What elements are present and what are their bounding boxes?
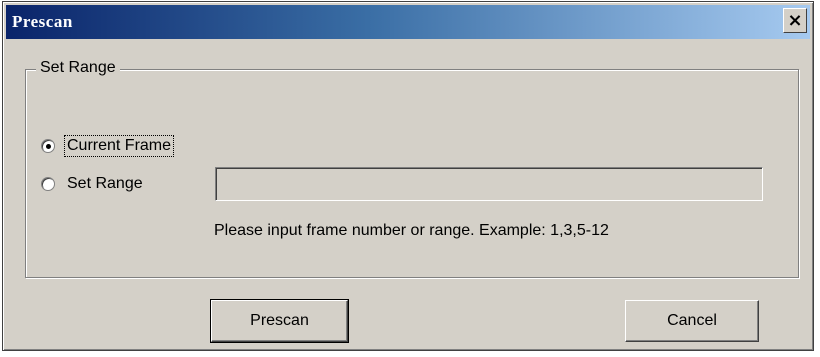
window-title: Prescan bbox=[12, 12, 73, 31]
close-button[interactable]: × bbox=[783, 8, 807, 33]
radio-button-current-frame[interactable] bbox=[41, 139, 55, 153]
prescan-dialog: Prescan × Set Range Current Frame Set Ra… bbox=[2, 1, 814, 351]
frame-range-input[interactable] bbox=[215, 167, 763, 201]
radio-set-range[interactable]: Set Range bbox=[41, 174, 145, 194]
radio-label-set-range[interactable]: Set Range bbox=[65, 174, 145, 194]
radio-label-current-frame[interactable]: Current Frame bbox=[63, 135, 175, 157]
cancel-button[interactable]: Cancel bbox=[625, 300, 759, 342]
title-bar[interactable]: Prescan × bbox=[6, 5, 810, 39]
radio-current-frame[interactable]: Current Frame bbox=[41, 135, 175, 157]
range-hint-text: Please input frame number or range. Exam… bbox=[214, 222, 609, 239]
radio-selected-dot bbox=[46, 144, 51, 149]
prescan-button[interactable]: Prescan bbox=[210, 299, 349, 343]
group-legend: Set Range bbox=[36, 59, 120, 77]
radio-button-set-range[interactable] bbox=[41, 177, 55, 191]
close-icon: × bbox=[787, 9, 803, 31]
